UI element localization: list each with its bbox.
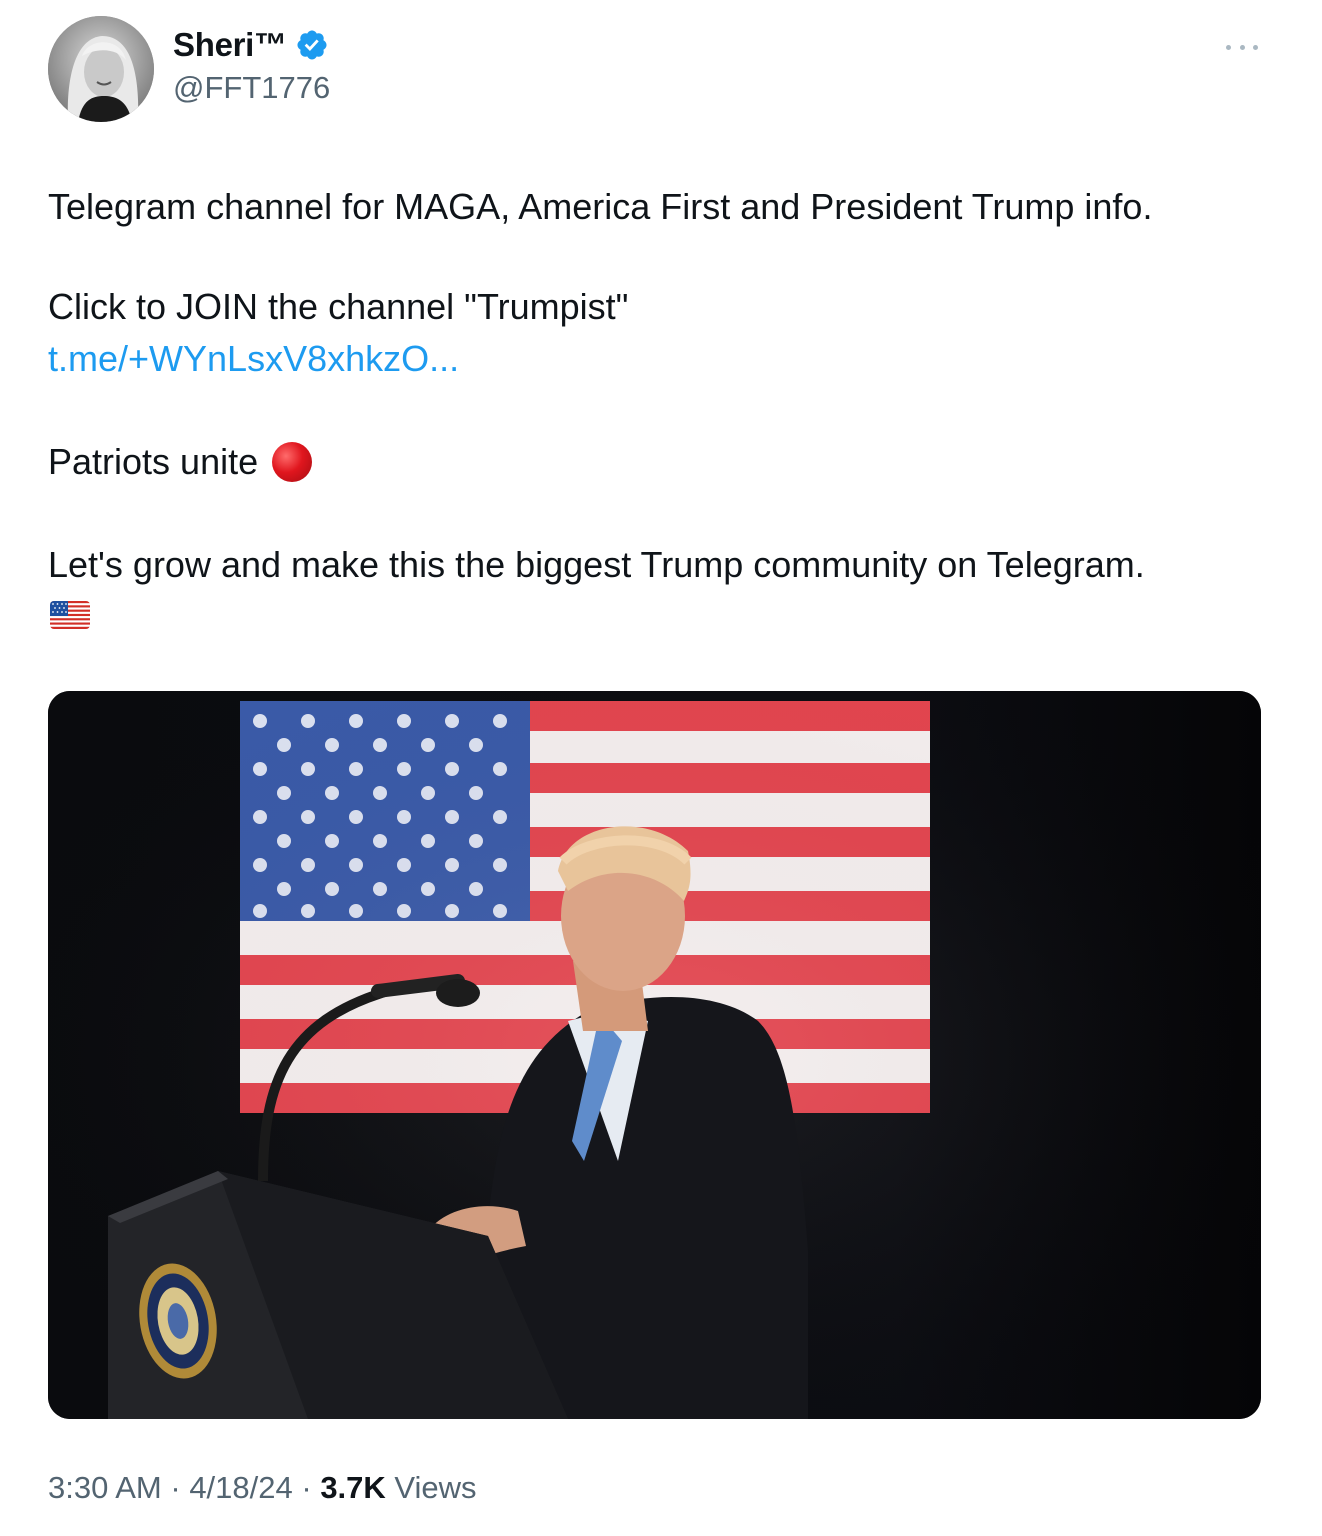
- views-count: 3.7K: [320, 1470, 386, 1505]
- dot: [1239, 44, 1245, 50]
- tweet-meta: 3:30 AM · 4/18/24 · 3.7K Views: [48, 1470, 477, 1506]
- tweet-time[interactable]: 3:30 AM: [48, 1470, 162, 1505]
- tweet-text-line-3: Patriots unite: [48, 440, 313, 484]
- tweet-media-photo[interactable]: [48, 691, 1261, 1419]
- tweet-text-line-4: Let's grow and make this the biggest Tru…: [48, 544, 1145, 585]
- tweet-text-line-3-text: Patriots unite: [48, 441, 259, 482]
- author-name-row[interactable]: Sheri™: [173, 26, 329, 64]
- author-display-name[interactable]: Sheri™: [173, 26, 287, 64]
- more-options-icon[interactable]: [1226, 40, 1258, 54]
- meta-separator: ·: [292, 1470, 321, 1505]
- views-label: Views: [385, 1470, 477, 1505]
- telegram-link[interactable]: t.me/+WYnLsxV8xhkzO...: [48, 337, 459, 381]
- tweet-text-line-2: Click to JOIN the channel "Trumpist": [48, 286, 629, 327]
- red-circle-icon: [272, 442, 313, 482]
- avatar[interactable]: [48, 16, 154, 122]
- meta-separator: ·: [161, 1470, 190, 1505]
- dot: [1226, 44, 1231, 50]
- author-handle[interactable]: @FFT1776: [173, 70, 330, 106]
- speaker-podium-flag-icon: [48, 691, 1261, 1419]
- tweet-text-line-1: Telegram channel for MAGA, America First…: [48, 186, 1153, 227]
- dot: [1253, 44, 1258, 50]
- us-flag-icon: [50, 601, 90, 629]
- tweet-date[interactable]: 4/18/24: [189, 1470, 292, 1505]
- avatar-photo-icon: [48, 16, 154, 122]
- verified-badge-icon[interactable]: [295, 28, 329, 62]
